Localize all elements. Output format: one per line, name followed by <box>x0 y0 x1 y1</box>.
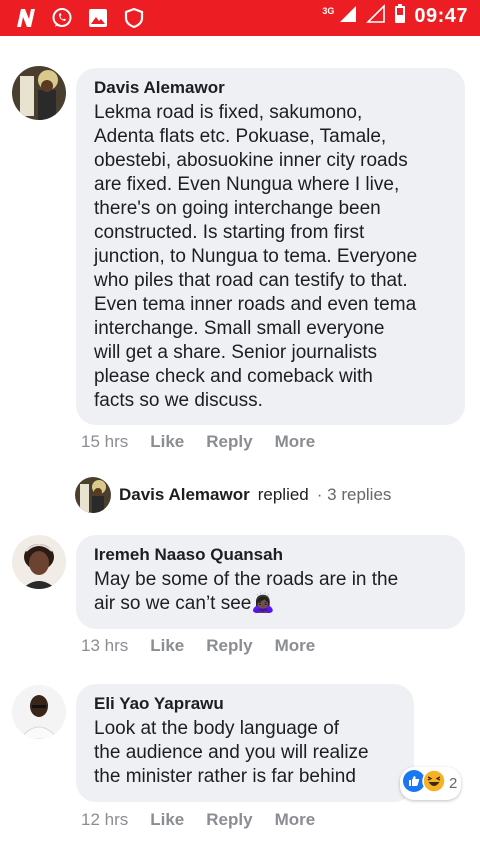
system-status: 3G 09:47 <box>322 4 468 29</box>
signal-icon <box>338 4 358 29</box>
replies-count: · 3 replies <box>316 485 392 504</box>
battery-icon <box>394 4 406 29</box>
more-button[interactable]: More <box>275 636 316 656</box>
reply-button[interactable]: Reply <box>206 636 252 656</box>
network-type: 3G <box>322 5 335 16</box>
avatar[interactable] <box>12 685 66 739</box>
comment-time[interactable]: 15 hrs <box>81 432 128 452</box>
comment-actions: 12 hrs Like Reply More <box>81 810 315 830</box>
more-button[interactable]: More <box>275 810 316 830</box>
comment-text: May be some of the roads are in the air … <box>94 569 399 614</box>
reaction-count: 2 <box>449 775 458 792</box>
whatsapp-icon <box>50 6 74 30</box>
comment-author[interactable]: Eli Yao Yaprawu <box>94 694 396 714</box>
replied-label: replied <box>257 485 309 504</box>
more-button[interactable]: More <box>275 432 316 452</box>
avatar[interactable] <box>12 535 66 589</box>
comment-author[interactable]: Iremeh Naaso Quansah <box>94 545 447 565</box>
clock: 09:47 <box>414 5 468 27</box>
avatar[interactable] <box>12 66 66 120</box>
status-bar: 3G 09:47 <box>0 0 480 36</box>
shield-icon <box>122 6 146 30</box>
comment-actions: 13 hrs Like Reply More <box>81 636 315 656</box>
view-replies[interactable]: Davis Alemawor replied · 3 replies <box>75 477 391 513</box>
like-button[interactable]: Like <box>150 432 184 452</box>
comment-time[interactable]: 13 hrs <box>81 636 128 656</box>
comment-time[interactable]: 12 hrs <box>81 810 128 830</box>
comment-text: Lekma road is fixed, sakumono, Adenta fl… <box>94 102 418 411</box>
gallery-icon <box>86 6 110 30</box>
reply-author: Davis Alemawor <box>119 485 250 504</box>
comment-bubble: Davis Alemawor Lekma road is fixed, saku… <box>76 68 465 425</box>
comment-text: Look at the body language of the audienc… <box>94 718 369 787</box>
comment-author[interactable]: Davis Alemawor <box>94 78 447 98</box>
like-button[interactable]: Like <box>150 810 184 830</box>
notification-icons <box>14 6 146 30</box>
comment-bubble: Iremeh Naaso Quansah May be some of the … <box>76 535 465 629</box>
comment-actions: 15 hrs Like Reply More <box>81 432 315 452</box>
reply-button[interactable]: Reply <box>206 810 252 830</box>
signal-empty-icon <box>366 4 386 29</box>
n-app-icon <box>14 6 38 30</box>
reactions-badge[interactable]: 2 <box>400 767 462 800</box>
comment-bubble: Eli Yao Yaprawu Look at the body languag… <box>76 684 414 802</box>
like-button[interactable]: Like <box>150 636 184 656</box>
haha-reaction-icon <box>422 769 446 798</box>
reply-avatar <box>75 477 111 513</box>
reply-button[interactable]: Reply <box>206 432 252 452</box>
